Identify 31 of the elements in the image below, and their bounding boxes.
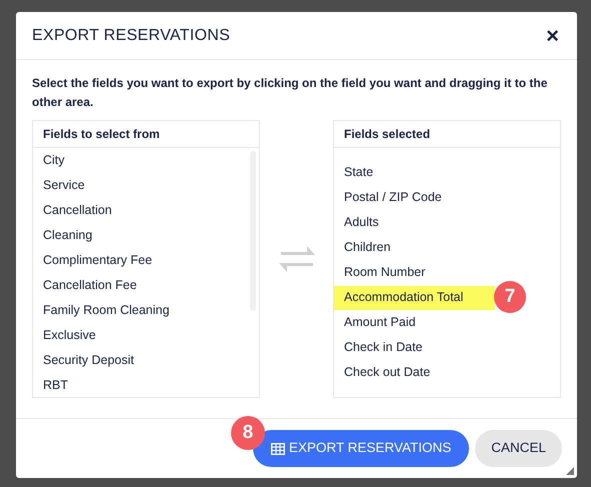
field-item[interactable]: Family Room Cleaning [33, 298, 180, 322]
field-item[interactable]: Complimentary Fee [33, 248, 162, 272]
step-badge: 8 [230, 416, 265, 450]
field-item[interactable]: Amount Paid [334, 310, 426, 334]
field-item[interactable]: Adults [334, 210, 389, 234]
field-item[interactable]: City [33, 148, 75, 172]
resize-grip-icon [566, 467, 574, 475]
field-item[interactable]: RBT [33, 374, 78, 397]
list-heading: Fields to select from [43, 126, 160, 143]
close-button[interactable]: × [546, 24, 561, 46]
field-item[interactable]: Cleaning [33, 224, 102, 248]
table-icon [270, 442, 285, 454]
field-item[interactable]: Postal / ZIP Code [334, 186, 452, 210]
export-button[interactable]: EXPORT RESERVATIONS [252, 430, 470, 467]
list-heading: Fields selected [344, 126, 430, 143]
field-item[interactable]: Room Number [334, 260, 436, 284]
field-item[interactable]: State [334, 160, 384, 184]
field-item[interactable]: Security Deposit [33, 348, 144, 372]
field-item[interactable]: Exclusive [33, 324, 106, 348]
field-item[interactable]: Check in Date [334, 336, 433, 360]
dialog-title: EXPORT RESERVATIONS [32, 26, 230, 46]
field-item[interactable]: Service [33, 174, 95, 198]
cancel-button[interactable]: CANCEL [475, 430, 562, 467]
step-badge: 7 [494, 281, 526, 313]
field-item[interactable]: Accommodation Total [334, 286, 496, 310]
field-item[interactable]: Children [334, 236, 401, 260]
field-item[interactable]: Cancellation [33, 198, 122, 222]
field-item[interactable]: Check out Date [334, 360, 440, 384]
instructions-text: Select the fields you want to export by clicking on the field you want and dragging it to the other area. [32, 75, 548, 111]
field-item[interactable]: Cancellation Fee [33, 274, 147, 298]
swap-arrows-icon [276, 244, 316, 274]
